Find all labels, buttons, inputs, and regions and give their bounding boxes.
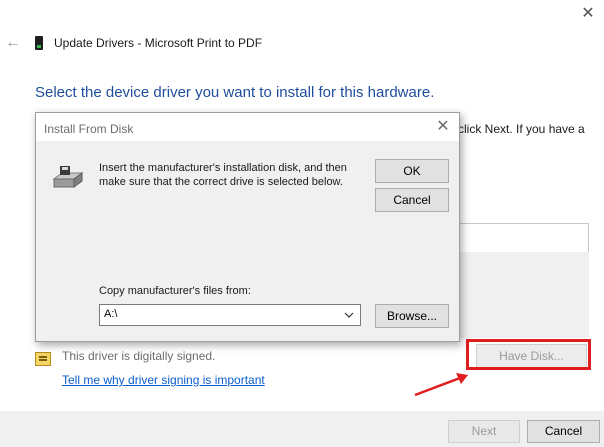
copy-from-value: A:\ <box>104 308 118 320</box>
dialog-title: Install From Disk <box>44 122 134 136</box>
close-window-button[interactable]: ✕ <box>578 4 598 24</box>
copy-from-label: Copy manufacturer's files from: <box>99 285 251 297</box>
instruction-text: click Next. If you have a <box>458 122 585 136</box>
back-arrow-icon[interactable]: ← <box>4 34 22 52</box>
copy-from-combobox[interactable]: A:\ <box>99 304 361 326</box>
driver-signing-link[interactable]: Tell me why driver signing is important <box>62 373 265 387</box>
manufacturer-list[interactable] <box>458 223 589 253</box>
signed-status-text: This driver is digitally signed. <box>62 349 216 363</box>
cancel-button[interactable]: Cancel <box>527 420 600 443</box>
disk-drive-icon <box>52 166 84 188</box>
ok-button[interactable]: OK <box>375 159 449 183</box>
browse-button[interactable]: Browse... <box>375 304 449 328</box>
window-title: Update Drivers - Microsoft Print to PDF <box>54 36 263 50</box>
next-button[interactable]: Next <box>448 420 520 443</box>
dialog-cancel-button[interactable]: Cancel <box>375 188 449 212</box>
signed-driver-icon <box>35 352 51 366</box>
annotation-arrow <box>414 373 468 397</box>
page-heading: Select the device driver you want to ins… <box>35 84 435 101</box>
highlight-annotation <box>466 339 591 370</box>
model-list[interactable] <box>458 252 589 338</box>
install-from-disk-dialog: Install From Disk ✕ Insert the manufactu… <box>35 112 460 342</box>
dialog-message: Insert the manufacturer's installation d… <box>99 162 347 188</box>
printer-icon <box>35 36 43 50</box>
dialog-titlebar: Install From Disk ✕ <box>36 113 459 141</box>
dialog-close-icon[interactable]: ✕ <box>434 118 452 136</box>
chevron-down-icon[interactable] <box>340 306 358 324</box>
